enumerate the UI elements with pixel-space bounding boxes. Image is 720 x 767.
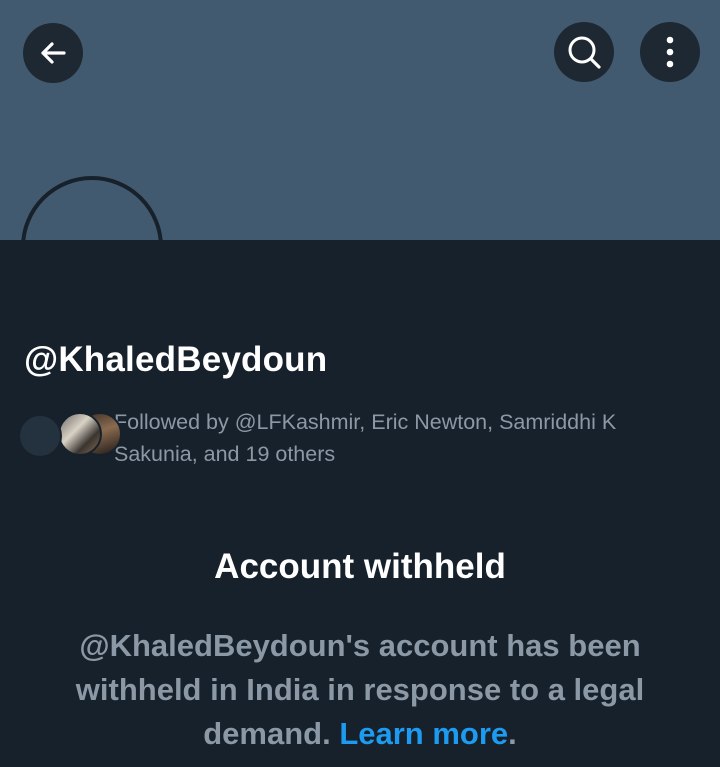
learn-more-link[interactable]: Learn more [339, 716, 508, 751]
search-icon [568, 36, 601, 69]
account-withheld-message: @KhaledBeydoun's account has been withhe… [40, 624, 680, 756]
more-options-button[interactable] [640, 22, 700, 82]
back-button[interactable] [23, 23, 83, 83]
followed-by-section[interactable]: Followed by @LFKashmir, Eric Newton, Sam… [18, 406, 708, 476]
back-arrow-icon [41, 42, 66, 64]
more-vertical-icon [666, 36, 674, 68]
profile-handle: @KhaledBeydoun [24, 340, 328, 379]
follower-avatar [58, 412, 102, 456]
account-withheld-title: Account withheld [214, 547, 506, 586]
withheld-message-period: . [508, 716, 517, 751]
followed-by-text: Followed by @LFKashmir, Eric Newton, Sam… [114, 410, 617, 466]
search-button[interactable] [554, 22, 614, 82]
follower-avatar [18, 414, 62, 458]
